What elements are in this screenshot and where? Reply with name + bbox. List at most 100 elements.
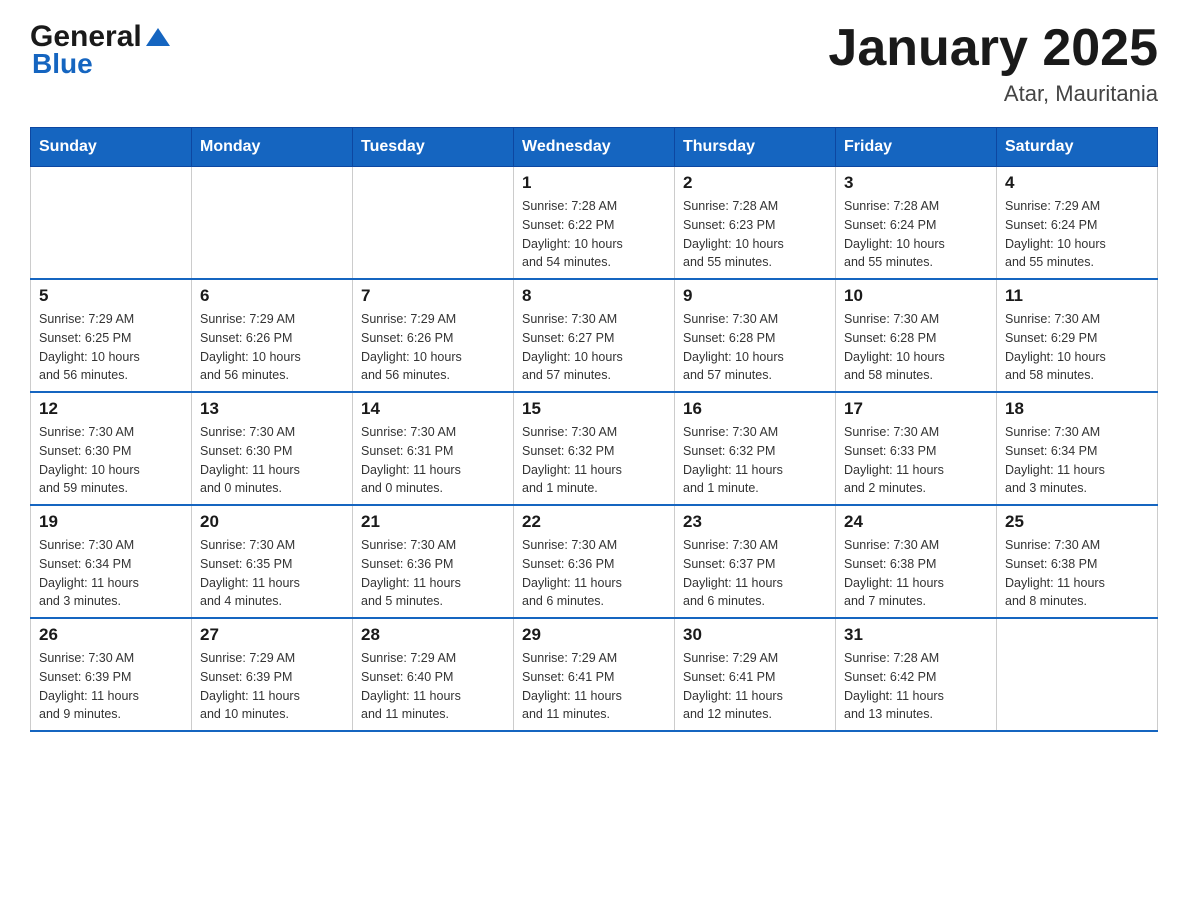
day-number: 1 (522, 173, 666, 193)
table-row: 12Sunrise: 7:30 AM Sunset: 6:30 PM Dayli… (31, 392, 192, 505)
day-info: Sunrise: 7:30 AM Sunset: 6:30 PM Dayligh… (200, 423, 344, 498)
day-info: Sunrise: 7:30 AM Sunset: 6:28 PM Dayligh… (683, 310, 827, 385)
day-number: 31 (844, 625, 988, 645)
table-row (997, 618, 1158, 731)
logo-blue-text: Blue (32, 48, 93, 80)
table-row: 14 Sunrise: 7:30 AM Sunset: 6:31 PM Dayli… (353, 392, 514, 505)
calendar-header-row: Sunday Monday Tuesday Wednesday Thursday… (31, 128, 1158, 167)
table-row (31, 167, 192, 280)
day-number: 28 (361, 625, 505, 645)
day-number: 11 (1005, 286, 1149, 306)
table-row: 4 Sunrise: 7:29 AM Sunset: 6:24 PM Daylig… (997, 167, 1158, 280)
table-row (192, 167, 353, 280)
calendar-week-row: 12Sunrise: 7:30 AM Sunset: 6:30 PM Dayli… (31, 392, 1158, 505)
table-row: 17 Sunrise: 7:30 AM Sunset: 6:33 PM Dayli… (836, 392, 997, 505)
table-row: 26 Sunrise: 7:30 AM Sunset: 6:39 PM Dayli… (31, 618, 192, 731)
table-row: 11 Sunrise: 7:30 AM Sunset: 6:29 PM Dayli… (997, 279, 1158, 392)
day-number: 30 (683, 625, 827, 645)
day-info: Sunrise: 7:30 AM Sunset: 6:31 PM Dayligh… (361, 423, 505, 498)
day-number: 4 (1005, 173, 1149, 193)
day-info: Sunrise: 7:30 AM Sunset: 6:36 PM Dayligh… (522, 536, 666, 611)
table-row: 27 Sunrise: 7:29 AM Sunset: 6:39 PM Dayli… (192, 618, 353, 731)
day-number: 27 (200, 625, 344, 645)
table-row: 19 Sunrise: 7:30 AM Sunset: 6:34 PM Dayli… (31, 505, 192, 618)
table-row: 18 Sunrise: 7:30 AM Sunset: 6:34 PM Dayli… (997, 392, 1158, 505)
day-number: 7 (361, 286, 505, 306)
day-info: Sunrise: 7:29 AM Sunset: 6:26 PM Dayligh… (200, 310, 344, 385)
table-row: 31Sunrise: 7:28 AM Sunset: 6:42 PM Dayli… (836, 618, 997, 731)
calendar-subtitle: Atar, Mauritania (828, 81, 1158, 107)
col-sunday: Sunday (31, 128, 192, 167)
col-wednesday: Wednesday (514, 128, 675, 167)
day-info: Sunrise: 7:30 AM Sunset: 6:38 PM Dayligh… (1005, 536, 1149, 611)
day-info: Sunrise: 7:29 AM Sunset: 6:24 PM Dayligh… (1005, 197, 1149, 272)
day-info: Sunrise: 7:30 AM Sunset: 6:34 PM Dayligh… (39, 536, 183, 611)
table-row: 20 Sunrise: 7:30 AM Sunset: 6:35 PM Dayli… (192, 505, 353, 618)
day-info: Sunrise: 7:30 AM Sunset: 6:32 PM Dayligh… (683, 423, 827, 498)
day-number: 26 (39, 625, 183, 645)
calendar-week-row: 19 Sunrise: 7:30 AM Sunset: 6:34 PM Dayli… (31, 505, 1158, 618)
table-row: 5Sunrise: 7:29 AM Sunset: 6:25 PM Daylig… (31, 279, 192, 392)
day-info: Sunrise: 7:29 AM Sunset: 6:39 PM Dayligh… (200, 649, 344, 724)
day-number: 8 (522, 286, 666, 306)
day-info: Sunrise: 7:29 AM Sunset: 6:41 PM Dayligh… (522, 649, 666, 724)
day-info: Sunrise: 7:28 AM Sunset: 6:24 PM Dayligh… (844, 197, 988, 272)
table-row (353, 167, 514, 280)
table-row: 22 Sunrise: 7:30 AM Sunset: 6:36 PM Dayli… (514, 505, 675, 618)
day-info: Sunrise: 7:29 AM Sunset: 6:25 PM Dayligh… (39, 310, 183, 385)
table-row: 6 Sunrise: 7:29 AM Sunset: 6:26 PM Daylig… (192, 279, 353, 392)
day-number: 18 (1005, 399, 1149, 419)
col-saturday: Saturday (997, 128, 1158, 167)
day-info: Sunrise: 7:30 AM Sunset: 6:30 PM Dayligh… (39, 423, 183, 498)
table-row: 3 Sunrise: 7:28 AM Sunset: 6:24 PM Daylig… (836, 167, 997, 280)
day-info: Sunrise: 7:29 AM Sunset: 6:40 PM Dayligh… (361, 649, 505, 724)
day-number: 23 (683, 512, 827, 532)
day-info: Sunrise: 7:30 AM Sunset: 6:29 PM Dayligh… (1005, 310, 1149, 385)
day-info: Sunrise: 7:30 AM Sunset: 6:33 PM Dayligh… (844, 423, 988, 498)
table-row: 1 Sunrise: 7:28 AM Sunset: 6:22 PM Daylig… (514, 167, 675, 280)
day-number: 16 (683, 399, 827, 419)
table-row: 21 Sunrise: 7:30 AM Sunset: 6:36 PM Dayli… (353, 505, 514, 618)
day-number: 15 (522, 399, 666, 419)
day-info: Sunrise: 7:30 AM Sunset: 6:39 PM Dayligh… (39, 649, 183, 724)
col-monday: Monday (192, 128, 353, 167)
day-info: Sunrise: 7:30 AM Sunset: 6:32 PM Dayligh… (522, 423, 666, 498)
day-number: 29 (522, 625, 666, 645)
table-row: 28 Sunrise: 7:29 AM Sunset: 6:40 PM Dayli… (353, 618, 514, 731)
day-info: Sunrise: 7:28 AM Sunset: 6:22 PM Dayligh… (522, 197, 666, 272)
page-header: General Blue January 2025 Atar, Mauritan… (30, 20, 1158, 107)
day-info: Sunrise: 7:29 AM Sunset: 6:41 PM Dayligh… (683, 649, 827, 724)
day-info: Sunrise: 7:30 AM Sunset: 6:38 PM Dayligh… (844, 536, 988, 611)
day-info: Sunrise: 7:28 AM Sunset: 6:23 PM Dayligh… (683, 197, 827, 272)
calendar-week-row: 5Sunrise: 7:29 AM Sunset: 6:25 PM Daylig… (31, 279, 1158, 392)
col-friday: Friday (836, 128, 997, 167)
day-number: 22 (522, 512, 666, 532)
day-info: Sunrise: 7:30 AM Sunset: 6:28 PM Dayligh… (844, 310, 988, 385)
day-number: 6 (200, 286, 344, 306)
day-number: 9 (683, 286, 827, 306)
table-row: 13 Sunrise: 7:30 AM Sunset: 6:30 PM Dayli… (192, 392, 353, 505)
day-number: 2 (683, 173, 827, 193)
day-number: 17 (844, 399, 988, 419)
col-thursday: Thursday (675, 128, 836, 167)
day-info: Sunrise: 7:30 AM Sunset: 6:35 PM Dayligh… (200, 536, 344, 611)
day-number: 19 (39, 512, 183, 532)
day-number: 25 (1005, 512, 1149, 532)
day-number: 14 (361, 399, 505, 419)
table-row: 30 Sunrise: 7:29 AM Sunset: 6:41 PM Dayli… (675, 618, 836, 731)
day-number: 20 (200, 512, 344, 532)
table-row: 8Sunrise: 7:30 AM Sunset: 6:27 PM Daylig… (514, 279, 675, 392)
day-number: 13 (200, 399, 344, 419)
table-row: 29 Sunrise: 7:29 AM Sunset: 6:41 PM Dayli… (514, 618, 675, 731)
day-info: Sunrise: 7:30 AM Sunset: 6:34 PM Dayligh… (1005, 423, 1149, 498)
table-row: 25 Sunrise: 7:30 AM Sunset: 6:38 PM Dayli… (997, 505, 1158, 618)
calendar-table: Sunday Monday Tuesday Wednesday Thursday… (30, 127, 1158, 732)
table-row: 2 Sunrise: 7:28 AM Sunset: 6:23 PM Daylig… (675, 167, 836, 280)
table-row: 16 Sunrise: 7:30 AM Sunset: 6:32 PM Dayli… (675, 392, 836, 505)
table-row: 15 Sunrise: 7:30 AM Sunset: 6:32 PM Dayli… (514, 392, 675, 505)
day-number: 3 (844, 173, 988, 193)
table-row: 10Sunrise: 7:30 AM Sunset: 6:28 PM Dayli… (836, 279, 997, 392)
day-info: Sunrise: 7:30 AM Sunset: 6:36 PM Dayligh… (361, 536, 505, 611)
day-info: Sunrise: 7:29 AM Sunset: 6:26 PM Dayligh… (361, 310, 505, 385)
day-number: 21 (361, 512, 505, 532)
